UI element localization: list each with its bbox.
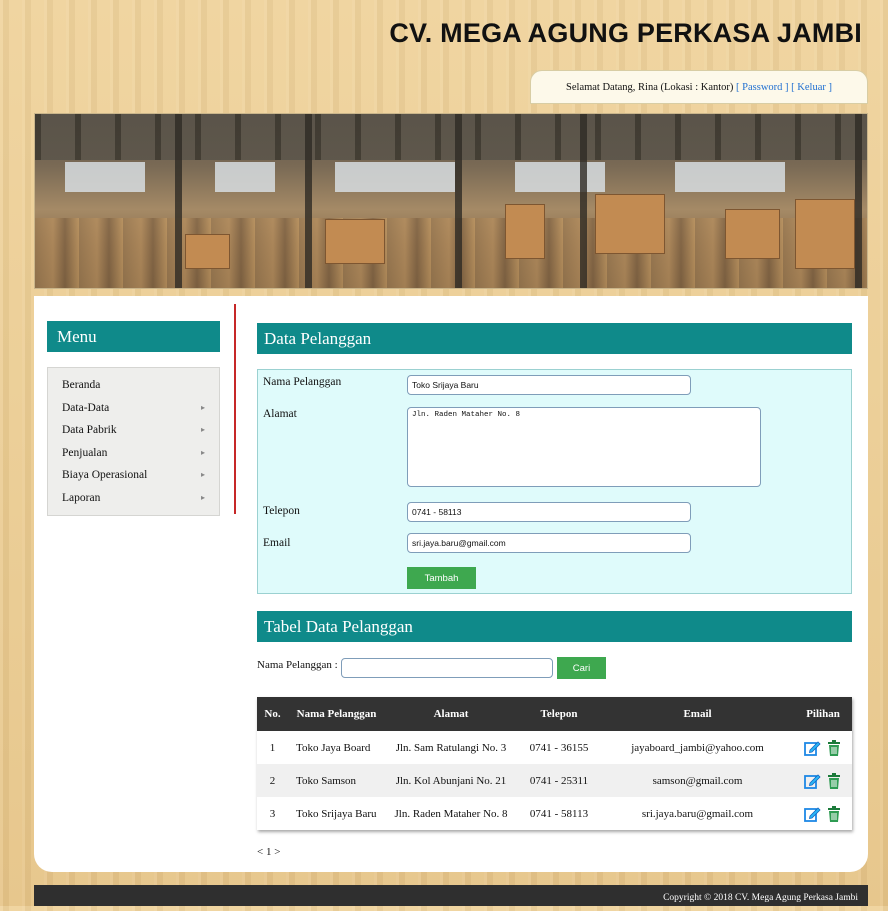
site-title: CV. MEGA AGUNG PERKASA JAMBI bbox=[389, 18, 862, 48]
add-button[interactable]: Tambah bbox=[407, 567, 476, 589]
welcome-text: Selamat Datang, Rina (Lokasi : Kantor) bbox=[566, 82, 734, 93]
edit-icon[interactable] bbox=[803, 805, 821, 823]
email-label: Email bbox=[263, 537, 291, 549]
logout-link[interactable]: [ Keluar ] bbox=[791, 82, 832, 93]
chevron-right-icon: ▸ bbox=[200, 425, 205, 434]
vertical-divider bbox=[234, 304, 236, 514]
cell-phone: 0741 - 58113 bbox=[517, 797, 601, 830]
phone-input[interactable] bbox=[407, 502, 691, 522]
phone-label: Telepon bbox=[263, 505, 300, 517]
pagination[interactable]: < 1 > bbox=[257, 846, 280, 858]
chevron-right-icon: ▸ bbox=[200, 470, 205, 479]
welcome-bar: Selamat Datang, Rina (Lokasi : Kantor) [… bbox=[530, 70, 868, 104]
sidebar-item-penjualan[interactable]: Penjualan ▸ bbox=[48, 442, 219, 465]
column-header-no: No. bbox=[257, 697, 288, 731]
sidebar-item-data-pabrik[interactable]: Data Pabrik ▸ bbox=[48, 419, 219, 442]
cell-address: Jln. Raden Mataher No. 8 bbox=[385, 797, 517, 830]
sidebar-item-data-data[interactable]: Data-Data ▸ bbox=[48, 397, 219, 420]
customer-name-input[interactable] bbox=[407, 375, 691, 395]
password-link[interactable]: [ Password ] bbox=[736, 82, 789, 93]
cell-phone: 0741 - 36155 bbox=[517, 731, 601, 764]
chevron-right-icon: ▸ bbox=[200, 447, 205, 457]
cell-phone: 0741 - 25311 bbox=[517, 764, 601, 797]
cell-actions bbox=[794, 764, 852, 797]
footer: Copyright © 2018 CV. Mega Agung Perkasa … bbox=[34, 885, 868, 906]
cell-name: Toko Srijaya Baru bbox=[288, 797, 385, 830]
address-label: Alamat bbox=[263, 408, 297, 420]
customer-form: Nama Pelanggan Alamat Jln. Raden Mataher… bbox=[257, 369, 852, 594]
sidebar-item-biaya-operasional[interactable]: Biaya Operasional ▸ bbox=[48, 464, 219, 487]
cell-email: jayaboard_jambi@yahoo.com bbox=[601, 731, 794, 764]
search-label: Nama Pelanggan : bbox=[257, 659, 338, 671]
chevron-right-icon: ▸ bbox=[200, 492, 205, 502]
address-textarea[interactable]: Jln. Raden Mataher No. 8 bbox=[407, 407, 761, 487]
cell-address: Jln. Sam Ratulangi No. 3 bbox=[385, 731, 517, 764]
delete-icon[interactable] bbox=[825, 772, 843, 790]
cell-email: sri.jaya.baru@gmail.com bbox=[601, 797, 794, 830]
form-title: Data Pelanggan bbox=[257, 323, 852, 354]
customer-table: No. Nama Pelanggan Alamat Telepon Email … bbox=[257, 697, 852, 830]
menu-title: Menu bbox=[47, 321, 220, 352]
table-title: Tabel Data Pelanggan bbox=[257, 611, 852, 642]
edit-icon[interactable] bbox=[803, 739, 821, 757]
cell-address: Jln. Kol Abunjani No. 21 bbox=[385, 764, 517, 797]
delete-icon[interactable] bbox=[825, 739, 843, 757]
chevron-right-icon: ▸ bbox=[200, 402, 205, 412]
copyright-text: Copyright © 2018 CV. Mega Agung Perkasa … bbox=[663, 893, 858, 903]
cell-no: 2 bbox=[257, 764, 288, 797]
cell-name: Toko Jaya Board bbox=[288, 731, 385, 764]
name-label: Nama Pelanggan bbox=[263, 376, 342, 388]
cell-no: 3 bbox=[257, 797, 288, 830]
column-header-phone: Telepon bbox=[517, 697, 601, 731]
column-header-email: Email bbox=[601, 697, 794, 731]
cell-no: 1 bbox=[257, 731, 288, 764]
sidebar-menu: Beranda Data-Data ▸ Data Pabrik ▸ Penjuala… bbox=[47, 367, 220, 516]
delete-icon[interactable] bbox=[825, 805, 843, 823]
cell-email: samson@gmail.com bbox=[601, 764, 794, 797]
table-header-row: No. Nama Pelanggan Alamat Telepon Email … bbox=[257, 697, 852, 731]
column-header-actions: Pilihan bbox=[794, 697, 852, 731]
table-row: 1 Toko Jaya Board Jln. Sam Ratulangi No.… bbox=[257, 731, 852, 764]
cell-name: Toko Samson bbox=[288, 764, 385, 797]
sidebar-item-beranda[interactable]: Beranda bbox=[48, 374, 219, 397]
table-row: 3 Toko Srijaya Baru Jln. Raden Mataher N… bbox=[257, 797, 852, 830]
column-header-name: Nama Pelanggan bbox=[288, 697, 385, 731]
table-row: 2 Toko Samson Jln. Kol Abunjani No. 21 0… bbox=[257, 764, 852, 797]
factory-banner-image bbox=[34, 113, 868, 289]
cell-actions bbox=[794, 731, 852, 764]
search-button[interactable]: Cari bbox=[557, 657, 606, 679]
email-input[interactable] bbox=[407, 533, 691, 553]
edit-icon[interactable] bbox=[803, 772, 821, 790]
search-input[interactable] bbox=[341, 658, 553, 678]
sidebar-item-laporan[interactable]: Laporan ▸ bbox=[48, 487, 219, 510]
column-header-address: Alamat bbox=[385, 697, 517, 731]
cell-actions bbox=[794, 797, 852, 830]
